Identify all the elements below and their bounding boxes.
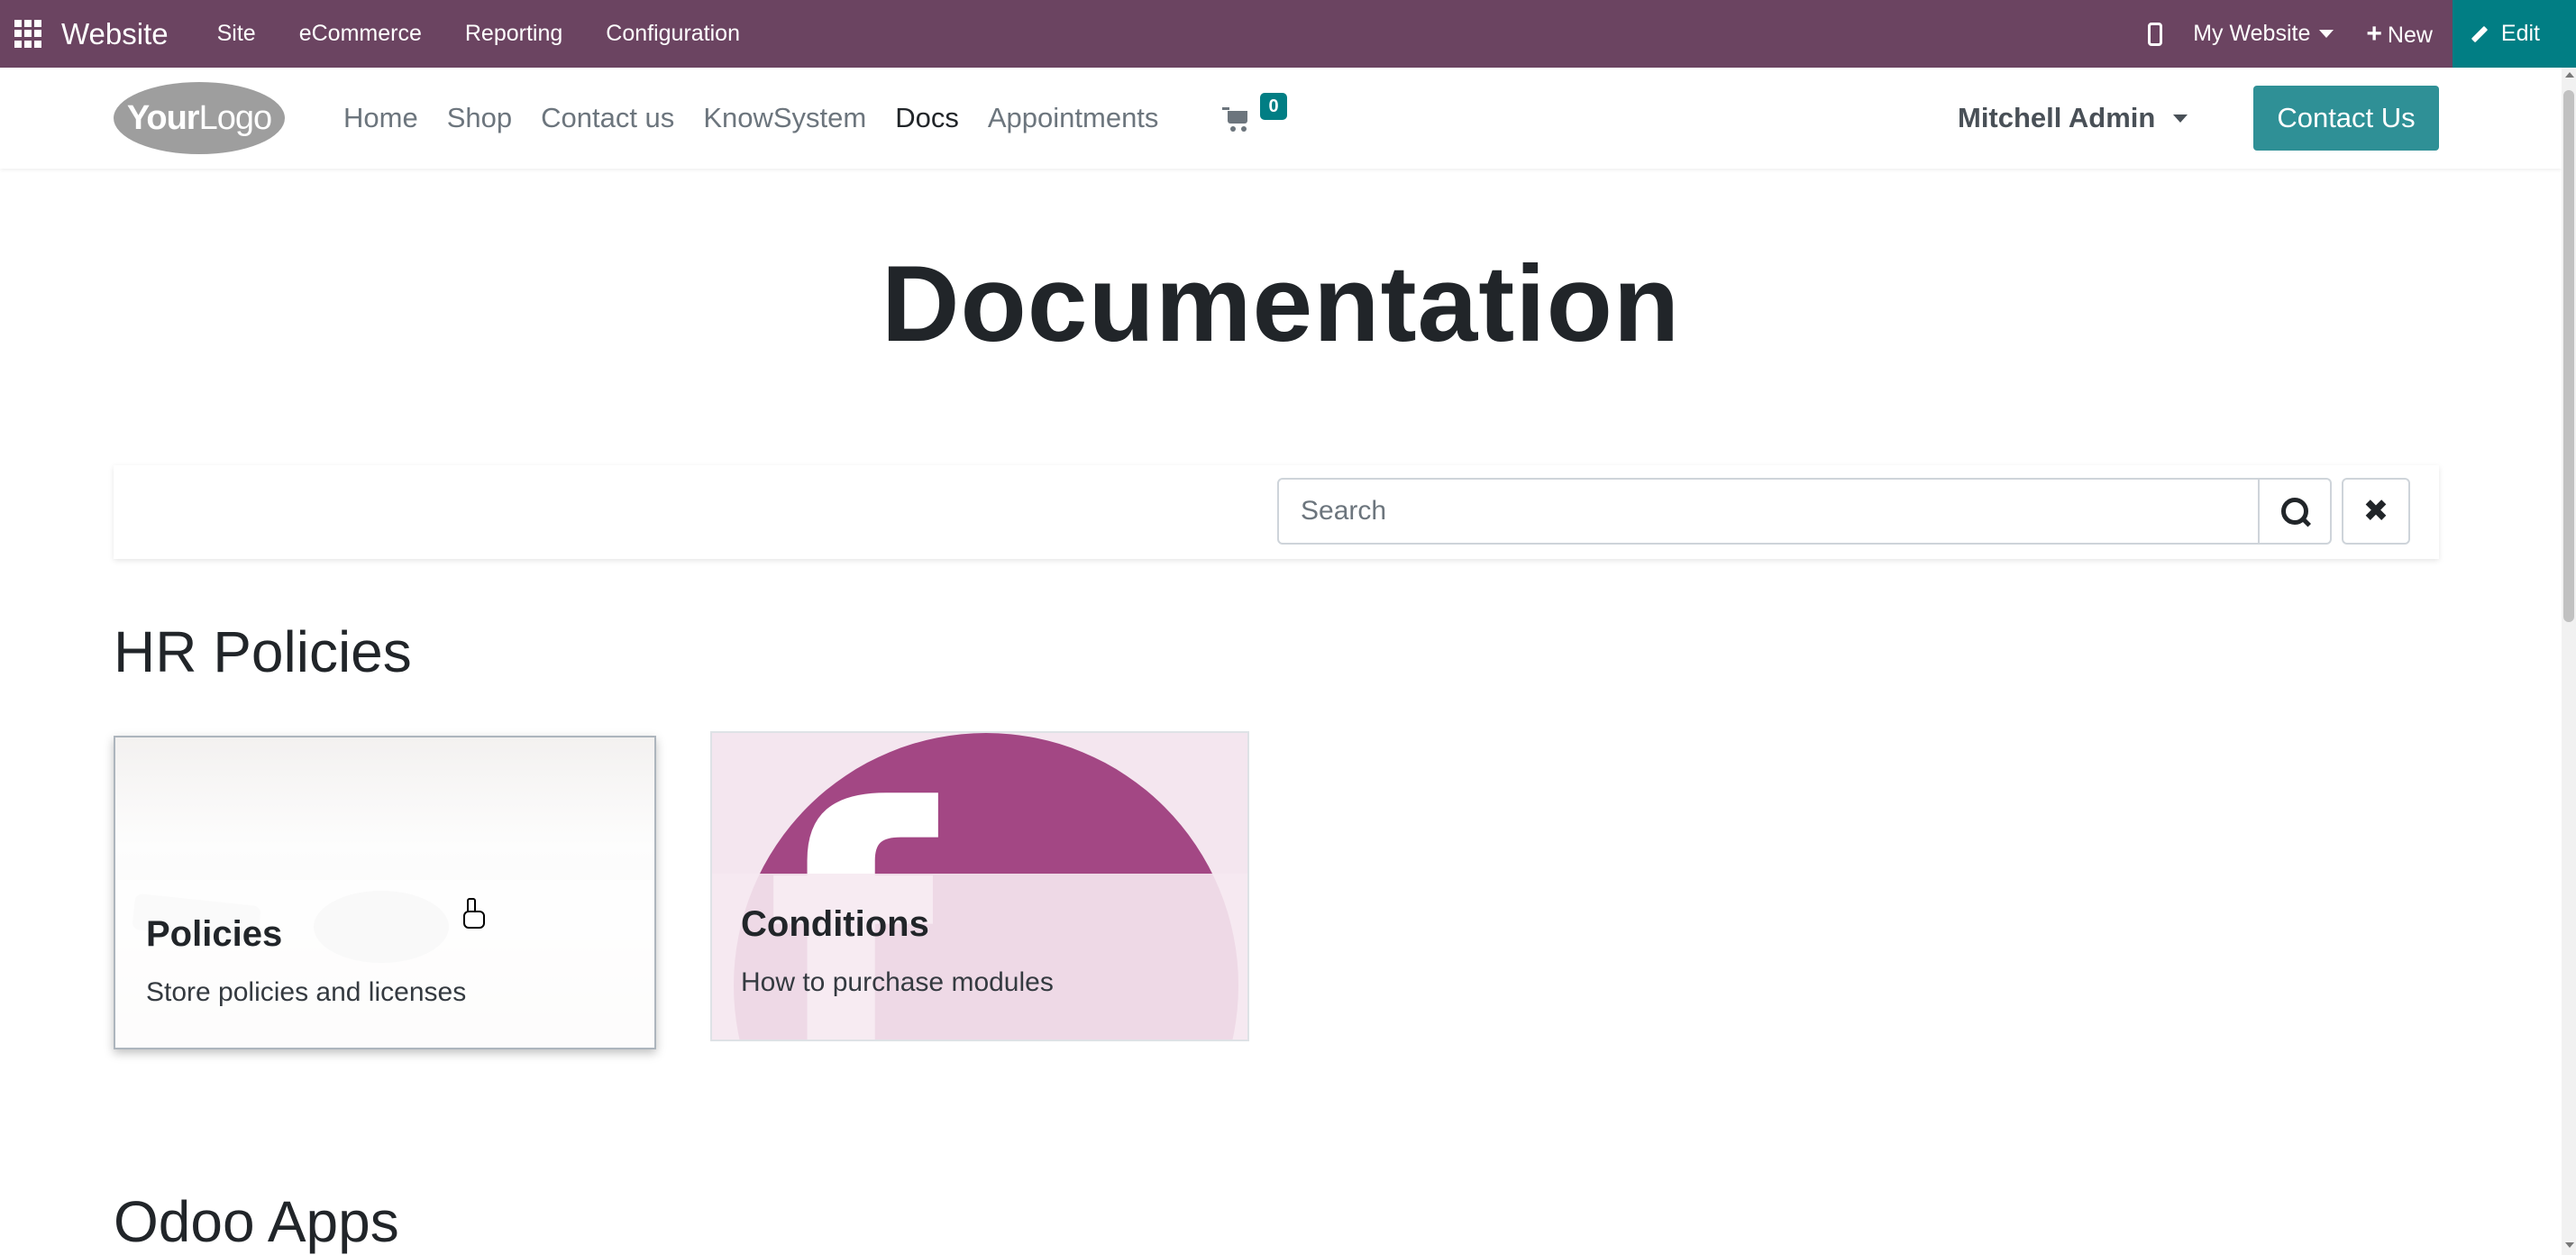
search-button[interactable] bbox=[2260, 478, 2332, 545]
website-selector[interactable]: My Website bbox=[2193, 21, 2334, 47]
menu-site[interactable]: Site bbox=[217, 21, 256, 47]
main-nav: Home Shop Contact us KnowSystem Docs App… bbox=[343, 68, 1187, 169]
cart-wheel bbox=[1230, 126, 1236, 132]
nav-knowsystem[interactable]: KnowSystem bbox=[703, 102, 866, 134]
doc-card-conditions[interactable]: f Conditions How to purchase modules bbox=[710, 731, 1249, 1041]
card-title: Conditions bbox=[741, 904, 929, 944]
clear-search-button[interactable]: ✖ bbox=[2342, 478, 2410, 545]
pencil-icon bbox=[2471, 25, 2489, 42]
plus-icon: + bbox=[2366, 18, 2382, 49]
nav-shop[interactable]: Shop bbox=[447, 102, 512, 134]
card-title: Policies bbox=[146, 914, 283, 954]
card-overlay bbox=[115, 880, 654, 1048]
site-logo[interactable]: Your Logo bbox=[114, 82, 285, 154]
scrollbar-thumb[interactable] bbox=[2563, 90, 2574, 622]
new-button-label: New bbox=[2387, 22, 2433, 48]
app-name[interactable]: Website bbox=[61, 17, 169, 51]
section-heading-hr-policies: HR Policies bbox=[114, 619, 412, 684]
edit-button[interactable]: Edit bbox=[2452, 0, 2576, 68]
nav-home[interactable]: Home bbox=[343, 102, 418, 134]
cart-wheel bbox=[1241, 126, 1247, 132]
admin-navbar: Website Site eCommerce Reporting Configu… bbox=[0, 0, 2576, 68]
user-menu[interactable]: Mitchell Admin bbox=[1958, 68, 2188, 169]
caret-down-icon bbox=[2319, 30, 2334, 38]
doc-card-policies[interactable]: Policies Store policies and licenses bbox=[114, 736, 656, 1049]
nav-appointments[interactable]: Appointments bbox=[988, 102, 1159, 134]
hand-cursor-icon bbox=[461, 898, 485, 929]
card-description: How to purchase modules bbox=[741, 967, 1054, 997]
new-button[interactable]: + New bbox=[2366, 19, 2433, 50]
cart-icon-body bbox=[1228, 111, 1247, 124]
cart-count-badge: 0 bbox=[1260, 93, 1287, 120]
admin-navbar-right: My Website + New Edit bbox=[2148, 0, 2576, 68]
contact-us-button[interactable]: Contact Us bbox=[2253, 86, 2439, 151]
nav-contact-us[interactable]: Contact us bbox=[541, 102, 674, 134]
apps-grid-icon[interactable] bbox=[14, 19, 43, 49]
nav-docs[interactable]: Docs bbox=[895, 102, 959, 134]
cart-link[interactable]: 0 bbox=[1222, 93, 1287, 134]
caret-down-icon bbox=[2173, 114, 2188, 123]
logo-text-bold: Your bbox=[126, 98, 200, 137]
section-heading-odoo-apps: Odoo Apps bbox=[114, 1189, 399, 1254]
search-input[interactable] bbox=[1277, 478, 2260, 545]
logo-text: Logo bbox=[198, 98, 273, 137]
page-title: Documentation bbox=[881, 243, 1681, 364]
scroll-down-arrow-icon[interactable] bbox=[2565, 1242, 2574, 1248]
card-overlay bbox=[712, 874, 1247, 1040]
user-name: Mitchell Admin bbox=[1958, 102, 2156, 133]
close-icon: ✖ bbox=[2362, 494, 2389, 528]
edit-button-label: Edit bbox=[2500, 21, 2540, 46]
website-selector-label: My Website bbox=[2193, 21, 2311, 46]
menu-configuration[interactable]: Configuration bbox=[606, 21, 740, 47]
site-header: Your Logo Home Shop Contact us KnowSystem… bbox=[0, 68, 2562, 169]
mobile-preview-icon[interactable] bbox=[2148, 22, 2163, 46]
cart-icon bbox=[1222, 107, 1229, 110]
scroll-up-arrow-icon[interactable] bbox=[2565, 72, 2574, 78]
menu-ecommerce[interactable]: eCommerce bbox=[299, 21, 422, 47]
menu-reporting[interactable]: Reporting bbox=[465, 21, 562, 47]
card-description: Store policies and licenses bbox=[146, 977, 467, 1007]
search-icon-handle bbox=[2299, 516, 2312, 527]
